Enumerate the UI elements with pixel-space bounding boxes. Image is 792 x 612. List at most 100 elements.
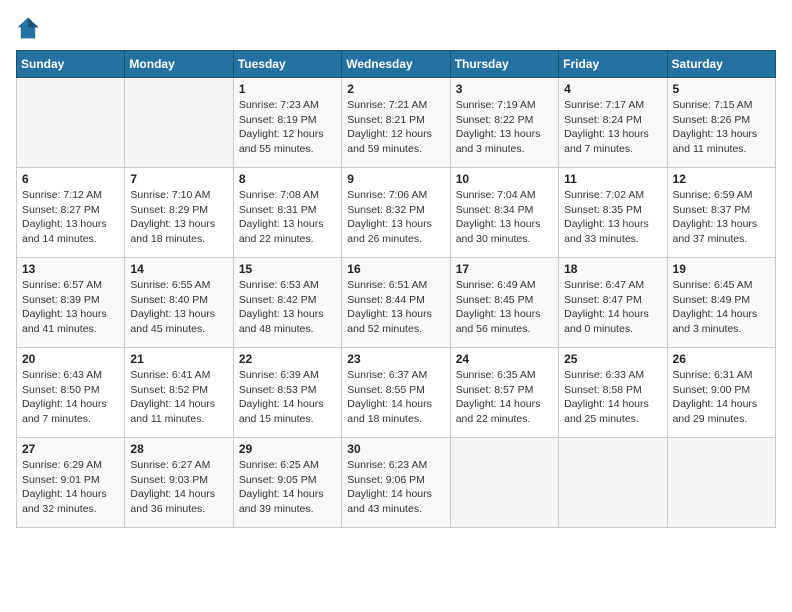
day-detail: Sunrise: 6:23 AM Sunset: 9:06 PM Dayligh…	[347, 458, 444, 517]
calendar-week-row: 6Sunrise: 7:12 AM Sunset: 8:27 PM Daylig…	[17, 168, 776, 258]
weekday-header: Wednesday	[342, 51, 450, 78]
day-number: 6	[22, 172, 119, 186]
calendar-cell	[17, 78, 125, 168]
calendar-cell: 11 Sunrise: 7:02 AM Sunset: 8:35 PM Dayli…	[559, 168, 667, 258]
day-number: 8	[239, 172, 336, 186]
day-number: 15	[239, 262, 336, 276]
weekday-header: Friday	[559, 51, 667, 78]
day-detail: Sunrise: 7:23 AM Sunset: 8:19 PM Dayligh…	[239, 98, 336, 157]
calendar-cell: 16 Sunrise: 6:51 AM Sunset: 8:44 PM Dayli…	[342, 258, 450, 348]
day-detail: Sunrise: 7:06 AM Sunset: 8:32 PM Dayligh…	[347, 188, 444, 247]
weekday-header: Thursday	[450, 51, 558, 78]
day-detail: Sunrise: 6:41 AM Sunset: 8:52 PM Dayligh…	[130, 368, 227, 427]
calendar-cell: 22 Sunrise: 6:39 AM Sunset: 8:53 PM Dayli…	[233, 348, 341, 438]
day-number: 12	[673, 172, 770, 186]
day-number: 3	[456, 82, 553, 96]
calendar-week-row: 1 Sunrise: 7:23 AM Sunset: 8:19 PM Daylig…	[17, 78, 776, 168]
day-detail: Sunrise: 7:10 AM Sunset: 8:29 PM Dayligh…	[130, 188, 227, 247]
day-detail: Sunrise: 6:35 AM Sunset: 8:57 PM Dayligh…	[456, 368, 553, 427]
calendar-cell: 21 Sunrise: 6:41 AM Sunset: 8:52 PM Dayli…	[125, 348, 233, 438]
day-number: 18	[564, 262, 661, 276]
day-detail: Sunrise: 7:21 AM Sunset: 8:21 PM Dayligh…	[347, 98, 444, 157]
day-detail: Sunrise: 7:17 AM Sunset: 8:24 PM Dayligh…	[564, 98, 661, 157]
day-number: 26	[673, 352, 770, 366]
logo-icon	[16, 16, 40, 40]
calendar-cell: 30 Sunrise: 6:23 AM Sunset: 9:06 PM Dayli…	[342, 438, 450, 528]
weekday-header: Tuesday	[233, 51, 341, 78]
day-detail: Sunrise: 6:37 AM Sunset: 8:55 PM Dayligh…	[347, 368, 444, 427]
calendar-cell: 9 Sunrise: 7:06 AM Sunset: 8:32 PM Daylig…	[342, 168, 450, 258]
day-detail: Sunrise: 6:29 AM Sunset: 9:01 PM Dayligh…	[22, 458, 119, 517]
day-detail: Sunrise: 6:27 AM Sunset: 9:03 PM Dayligh…	[130, 458, 227, 517]
calendar-cell: 3 Sunrise: 7:19 AM Sunset: 8:22 PM Daylig…	[450, 78, 558, 168]
day-number: 10	[456, 172, 553, 186]
day-detail: Sunrise: 6:51 AM Sunset: 8:44 PM Dayligh…	[347, 278, 444, 337]
day-number: 4	[564, 82, 661, 96]
calendar-week-row: 20 Sunrise: 6:43 AM Sunset: 8:50 PM Dayli…	[17, 348, 776, 438]
day-number: 30	[347, 442, 444, 456]
day-detail: Sunrise: 6:57 AM Sunset: 8:39 PM Dayligh…	[22, 278, 119, 337]
calendar-cell: 19Sunrise: 6:45 AM Sunset: 8:49 PM Dayli…	[667, 258, 775, 348]
day-detail: Sunrise: 7:02 AM Sunset: 8:35 PM Dayligh…	[564, 188, 661, 247]
calendar-cell: 15 Sunrise: 6:53 AM Sunset: 8:42 PM Dayli…	[233, 258, 341, 348]
day-number: 23	[347, 352, 444, 366]
calendar-cell: 26 Sunrise: 6:31 AM Sunset: 9:00 PM Dayli…	[667, 348, 775, 438]
calendar-cell: 20 Sunrise: 6:43 AM Sunset: 8:50 PM Dayli…	[17, 348, 125, 438]
day-number: 7	[130, 172, 227, 186]
day-number: 16	[347, 262, 444, 276]
calendar-cell: 5Sunrise: 7:15 AM Sunset: 8:26 PM Daylig…	[667, 78, 775, 168]
day-detail: Sunrise: 7:15 AM Sunset: 8:26 PM Dayligh…	[673, 98, 770, 157]
calendar-cell: 10 Sunrise: 7:04 AM Sunset: 8:34 PM Dayli…	[450, 168, 558, 258]
day-number: 9	[347, 172, 444, 186]
day-detail: Sunrise: 6:43 AM Sunset: 8:50 PM Dayligh…	[22, 368, 119, 427]
day-detail: Sunrise: 7:08 AM Sunset: 8:31 PM Dayligh…	[239, 188, 336, 247]
day-number: 24	[456, 352, 553, 366]
day-number: 21	[130, 352, 227, 366]
day-detail: Sunrise: 6:25 AM Sunset: 9:05 PM Dayligh…	[239, 458, 336, 517]
day-detail: Sunrise: 7:04 AM Sunset: 8:34 PM Dayligh…	[456, 188, 553, 247]
day-number: 14	[130, 262, 227, 276]
calendar-cell: 6Sunrise: 7:12 AM Sunset: 8:27 PM Daylig…	[17, 168, 125, 258]
day-number: 13	[22, 262, 119, 276]
day-number: 29	[239, 442, 336, 456]
page-header	[16, 16, 776, 40]
day-number: 1	[239, 82, 336, 96]
calendar-week-row: 27 Sunrise: 6:29 AM Sunset: 9:01 PM Dayli…	[17, 438, 776, 528]
calendar-cell: 1 Sunrise: 7:23 AM Sunset: 8:19 PM Daylig…	[233, 78, 341, 168]
calendar-cell: 4 Sunrise: 7:17 AM Sunset: 8:24 PM Daylig…	[559, 78, 667, 168]
day-number: 20	[22, 352, 119, 366]
calendar-cell: 25Sunrise: 6:33 AM Sunset: 8:58 PM Dayli…	[559, 348, 667, 438]
calendar-cell: 23 Sunrise: 6:37 AM Sunset: 8:55 PM Dayli…	[342, 348, 450, 438]
calendar-cell: 27 Sunrise: 6:29 AM Sunset: 9:01 PM Dayli…	[17, 438, 125, 528]
day-detail: Sunrise: 6:31 AM Sunset: 9:00 PM Dayligh…	[673, 368, 770, 427]
calendar-cell: 29 Sunrise: 6:25 AM Sunset: 9:05 PM Dayli…	[233, 438, 341, 528]
calendar-cell	[667, 438, 775, 528]
day-number: 28	[130, 442, 227, 456]
day-number: 22	[239, 352, 336, 366]
day-detail: Sunrise: 6:49 AM Sunset: 8:45 PM Dayligh…	[456, 278, 553, 337]
calendar-cell: 24 Sunrise: 6:35 AM Sunset: 8:57 PM Dayli…	[450, 348, 558, 438]
day-detail: Sunrise: 6:53 AM Sunset: 8:42 PM Dayligh…	[239, 278, 336, 337]
weekday-header: Sunday	[17, 51, 125, 78]
calendar-cell: 17Sunrise: 6:49 AM Sunset: 8:45 PM Dayli…	[450, 258, 558, 348]
calendar-cell: 12 Sunrise: 6:59 AM Sunset: 8:37 PM Dayli…	[667, 168, 775, 258]
day-number: 11	[564, 172, 661, 186]
day-number: 2	[347, 82, 444, 96]
calendar-table: SundayMondayTuesdayWednesdayThursdayFrid…	[16, 50, 776, 528]
calendar-cell: 18 Sunrise: 6:47 AM Sunset: 8:47 PM Dayli…	[559, 258, 667, 348]
day-number: 19	[673, 262, 770, 276]
day-detail: Sunrise: 6:47 AM Sunset: 8:47 PM Dayligh…	[564, 278, 661, 337]
calendar-cell	[559, 438, 667, 528]
day-detail: Sunrise: 6:33 AM Sunset: 8:58 PM Dayligh…	[564, 368, 661, 427]
calendar-cell: 8 Sunrise: 7:08 AM Sunset: 8:31 PM Daylig…	[233, 168, 341, 258]
calendar-cell: 7 Sunrise: 7:10 AM Sunset: 8:29 PM Daylig…	[125, 168, 233, 258]
calendar-cell: 2 Sunrise: 7:21 AM Sunset: 8:21 PM Daylig…	[342, 78, 450, 168]
day-detail: Sunrise: 7:19 AM Sunset: 8:22 PM Dayligh…	[456, 98, 553, 157]
day-number: 27	[22, 442, 119, 456]
calendar-cell: 13 Sunrise: 6:57 AM Sunset: 8:39 PM Dayli…	[17, 258, 125, 348]
day-detail: Sunrise: 6:59 AM Sunset: 8:37 PM Dayligh…	[673, 188, 770, 247]
calendar-cell	[125, 78, 233, 168]
day-detail: Sunrise: 6:39 AM Sunset: 8:53 PM Dayligh…	[239, 368, 336, 427]
calendar-cell	[450, 438, 558, 528]
calendar-cell: 28 Sunrise: 6:27 AM Sunset: 9:03 PM Dayli…	[125, 438, 233, 528]
